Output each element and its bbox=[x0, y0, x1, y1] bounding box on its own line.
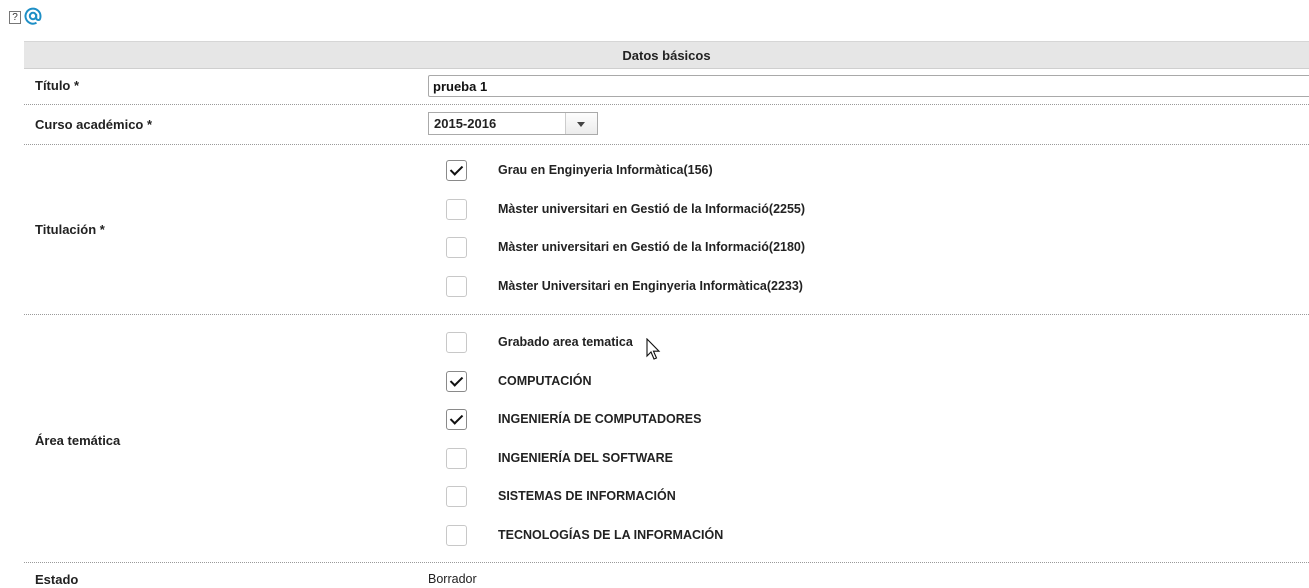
section-header: Datos básicos bbox=[24, 41, 1309, 69]
titulacion-label: Titulación * bbox=[35, 222, 105, 237]
area-label: Área temática bbox=[35, 433, 121, 448]
estado-value: Borrador bbox=[428, 572, 477, 586]
help-icon[interactable]: ? bbox=[9, 11, 21, 24]
titulacion-option-label[interactable]: Màster Universitari en Enginyeria Inform… bbox=[498, 279, 803, 293]
titulacion-option-label[interactable]: Màster universitari en Gestió de la Info… bbox=[498, 240, 805, 254]
titulacion-checkbox[interactable] bbox=[446, 198, 467, 220]
area-option-label[interactable]: COMPUTACIÓN bbox=[498, 374, 592, 388]
area-checkbox[interactable] bbox=[446, 486, 467, 507]
mouse-cursor-icon bbox=[646, 338, 661, 360]
titulo-label: Título * bbox=[35, 78, 80, 93]
area-option-label[interactable]: TECNOLOGÍAS DE LA INFORMACIÓN bbox=[498, 528, 723, 542]
row-separator bbox=[24, 104, 1309, 105]
titulacion-checkbox[interactable] bbox=[446, 275, 467, 297]
curso-select-value: 2015-2016 bbox=[434, 116, 497, 131]
area-checkbox[interactable] bbox=[446, 447, 467, 469]
area-checkbox[interactable] bbox=[446, 524, 467, 546]
titulacion-checkbox[interactable] bbox=[446, 237, 467, 258]
curso-select[interactable]: 2015-2016 bbox=[428, 112, 598, 135]
area-checkbox[interactable] bbox=[446, 370, 467, 392]
area-checkbox[interactable] bbox=[446, 332, 467, 353]
titulo-input[interactable] bbox=[428, 75, 1309, 97]
row-separator bbox=[24, 144, 1309, 145]
row-separator bbox=[24, 562, 1309, 563]
chevron-down-icon[interactable] bbox=[565, 113, 597, 134]
titulacion-option-label[interactable]: Màster universitari en Gestió de la Info… bbox=[498, 202, 805, 216]
at-sign-icon[interactable] bbox=[23, 6, 43, 26]
area-option-label[interactable]: INGENIERÍA DEL SOFTWARE bbox=[498, 451, 673, 465]
area-option-label[interactable]: INGENIERÍA DE COMPUTADORES bbox=[498, 412, 702, 426]
curso-label: Curso académico * bbox=[35, 117, 153, 132]
titulacion-option-label[interactable]: Grau en Enginyeria Informàtica(156) bbox=[498, 163, 713, 177]
titulacion-checkbox[interactable] bbox=[446, 160, 467, 181]
row-separator bbox=[24, 314, 1309, 315]
area-option-label[interactable]: Grabado area tematica bbox=[498, 335, 633, 349]
area-option-label[interactable]: SISTEMAS DE INFORMACIÓN bbox=[498, 489, 676, 503]
estado-label: Estado bbox=[35, 572, 79, 587]
area-checkbox[interactable] bbox=[446, 409, 467, 430]
